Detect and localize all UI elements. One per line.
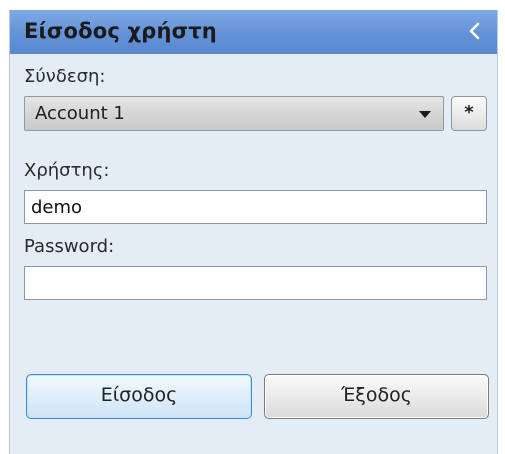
connection-options-button[interactable]: *: [451, 96, 487, 131]
exit-button[interactable]: Έξοδος: [264, 374, 489, 419]
connection-label: Σύνδεση:: [24, 66, 106, 87]
collapse-button[interactable]: [461, 17, 489, 45]
login-panel: Είσοδος χρήστη Σύνδεση: Account 1 * Χρήσ…: [9, 10, 498, 454]
password-input[interactable]: [24, 266, 487, 300]
login-button[interactable]: Είσοδος: [26, 374, 252, 419]
user-input[interactable]: [24, 190, 487, 224]
panel-header: Είσοδος χρήστη: [10, 10, 497, 54]
connection-select-value: Account 1: [35, 103, 125, 124]
password-label: Password:: [24, 236, 115, 257]
connection-select[interactable]: Account 1: [24, 96, 444, 131]
panel-title: Είσοδος χρήστη: [24, 19, 217, 43]
chevron-left-icon: [469, 22, 480, 40]
user-label: Χρήστης:: [24, 160, 110, 181]
chevron-down-icon: [417, 105, 433, 123]
